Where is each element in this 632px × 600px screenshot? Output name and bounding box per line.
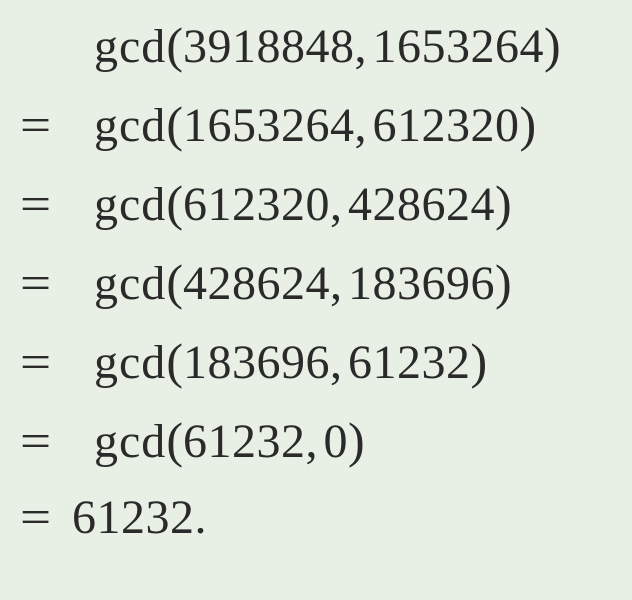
gcd-line-1: = gcd ( 1653264 , 612320 ): [20, 99, 612, 150]
arg-b: 1653264: [372, 23, 544, 71]
gcd-line-3: = gcd ( 428624 , 183696 ): [20, 257, 612, 308]
eq-col: =: [20, 418, 94, 466]
arg-a: 612320: [183, 181, 330, 229]
arg-b: 61232: [348, 339, 471, 387]
result-value: 61232: [72, 494, 195, 542]
equals-sign: =: [20, 418, 49, 466]
open-paren: (: [166, 99, 183, 149]
fn-name: gcd: [94, 102, 166, 150]
arg-a: 61232: [183, 418, 306, 466]
equals-sign: =: [20, 494, 49, 542]
arg-a: 1653264: [183, 102, 355, 150]
open-paren: (: [166, 20, 183, 70]
close-paren: ): [348, 415, 365, 465]
eq-col: =: [20, 339, 94, 387]
comma: ,: [354, 102, 366, 150]
eq-col: =: [20, 102, 94, 150]
comma: ,: [330, 339, 342, 387]
arg-b: 0: [323, 418, 348, 466]
close-paren: ): [519, 99, 536, 149]
gcd-line-0: gcd ( 3918848 , 1653264 ): [20, 20, 612, 71]
open-paren: (: [166, 336, 183, 386]
arg-a: 3918848: [183, 23, 355, 71]
equals-sign: =: [20, 102, 49, 150]
comma: ,: [305, 418, 317, 466]
fn-name: gcd: [94, 260, 166, 308]
open-paren: (: [166, 415, 183, 465]
eq-col: =: [20, 260, 94, 308]
gcd-result-line: = 61232 .: [20, 494, 612, 542]
period: .: [195, 494, 207, 542]
fn-name: gcd: [94, 23, 166, 71]
fn-name: gcd: [94, 418, 166, 466]
arg-a: 183696: [183, 339, 330, 387]
close-paren: ): [495, 257, 512, 307]
gcd-line-5: = gcd ( 61232 , 0 ): [20, 415, 612, 466]
open-paren: (: [166, 257, 183, 307]
equals-sign: =: [20, 181, 49, 229]
gcd-line-2: = gcd ( 612320 , 428624 ): [20, 178, 612, 229]
eq-col-blank: [20, 23, 94, 71]
comma: ,: [330, 260, 342, 308]
close-paren: ): [495, 178, 512, 228]
gcd-derivation: gcd ( 3918848 , 1653264 ) = gcd ( 165326…: [0, 0, 632, 562]
close-paren: ): [470, 336, 487, 386]
open-paren: (: [166, 178, 183, 228]
eq-col: =: [20, 494, 72, 542]
arg-b: 428624: [348, 181, 495, 229]
comma: ,: [354, 23, 366, 71]
gcd-line-4: = gcd ( 183696 , 61232 ): [20, 336, 612, 387]
equals-sign: =: [20, 260, 49, 308]
fn-name: gcd: [94, 181, 166, 229]
eq-col: =: [20, 181, 94, 229]
comma: ,: [330, 181, 342, 229]
arg-b: 183696: [348, 260, 495, 308]
fn-name: gcd: [94, 339, 166, 387]
equals-sign: =: [20, 339, 49, 387]
arg-b: 612320: [372, 102, 519, 150]
close-paren: ): [544, 20, 561, 70]
arg-a: 428624: [183, 260, 330, 308]
